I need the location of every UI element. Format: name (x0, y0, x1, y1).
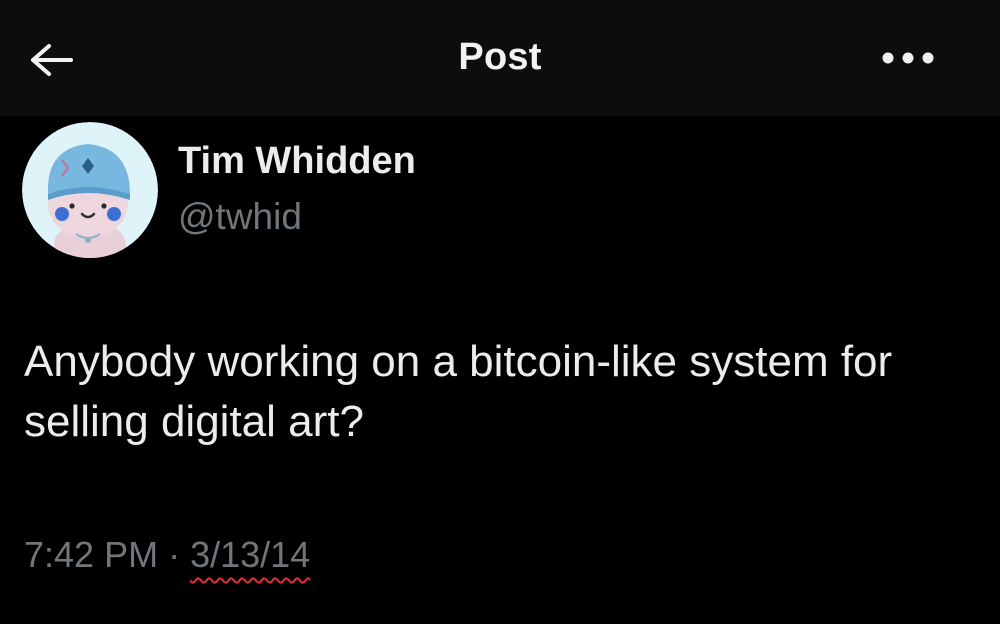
page-title: Post (458, 36, 542, 78)
more-options-button[interactable] (876, 36, 940, 80)
avatar[interactable] (22, 122, 158, 258)
post-time: 7:42 PM (24, 534, 159, 575)
post-date: 3/13/14 (190, 534, 311, 575)
author-handle[interactable]: @twhid (178, 196, 302, 238)
meta-separator: · (168, 534, 181, 575)
cartoon-character-avatar (22, 122, 158, 258)
more-horizontal-icon (882, 52, 934, 64)
author-name[interactable]: Tim Whidden (178, 140, 416, 183)
post-text: Anybody working on a bitcoin-like system… (24, 337, 893, 446)
post-timestamp: 7:42 PM · 3/13/14 (24, 534, 310, 576)
top-bar: Post (0, 0, 1000, 116)
